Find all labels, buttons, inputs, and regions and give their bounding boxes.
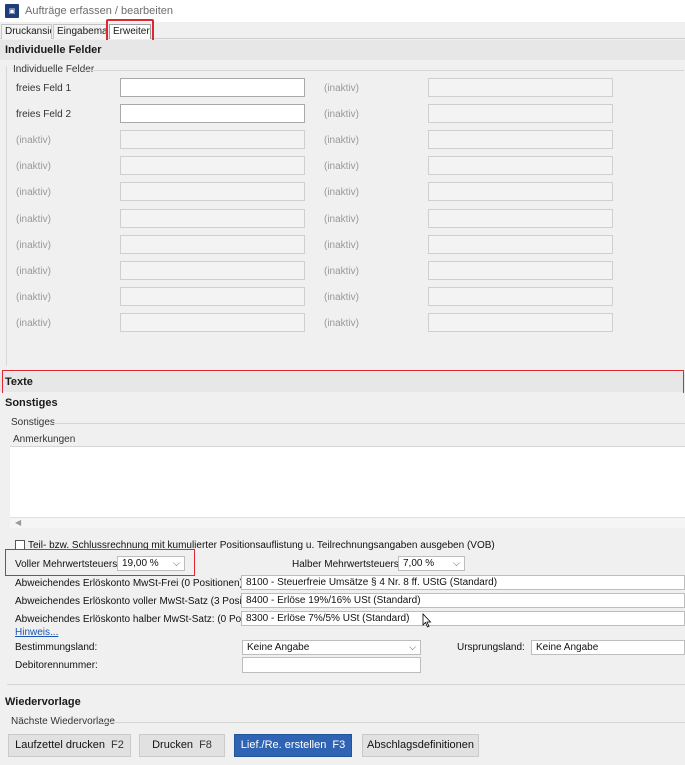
field-input[interactable] (120, 130, 305, 149)
groupbox-line (84, 70, 684, 71)
field-right-input[interactable] (428, 156, 613, 175)
field-right-input[interactable] (428, 78, 613, 97)
texte-highlight (2, 370, 684, 395)
groupbox-title-individuelle-felder: Individuelle Felder (13, 64, 95, 75)
debitorennummer-input[interactable] (242, 657, 421, 673)
lief-key: F3 (332, 739, 346, 751)
field-right-input[interactable] (428, 182, 613, 201)
konto-halb-value: 8300 - Erlöse 7%/5% USt (Standard) (246, 613, 410, 624)
field-input[interactable] (120, 104, 305, 123)
field-label: freies Feld 2 (16, 109, 72, 120)
halber-mwst-value: 7,00 % (403, 558, 435, 569)
konto-halb-select[interactable]: 8300 - Erlöse 7%/5% USt (Standard) (241, 611, 685, 626)
title-bar: ▣ Aufträge erfassen / bearbeiten (0, 0, 685, 22)
field-right-label: (inaktiv) (324, 161, 360, 172)
konto-frei-select[interactable]: 8100 - Steuerfreie Umsätze § 4 Nr. 8 ff.… (241, 575, 685, 590)
field-right-input[interactable] (428, 130, 613, 149)
horizontal-scrollbar[interactable]: ◀ (10, 517, 685, 528)
konto-frei-value: 8100 - Steuerfreie Umsätze § 4 Nr. 8 ff.… (246, 577, 498, 588)
abschlag-label: Abschlagsdefinitionen (366, 739, 475, 751)
field-right-input[interactable] (428, 209, 613, 228)
field-input[interactable] (120, 78, 305, 97)
chevron-down-icon: ⌵ (409, 642, 416, 652)
field-right-input[interactable] (428, 261, 613, 280)
chevron-down-icon: ⌵ (453, 558, 460, 568)
tab-bar: Druckansicht Eingabemaske Erweitert (0, 22, 685, 39)
groupbox-title-sonstiges: Sonstiges (11, 417, 55, 428)
field-right-label: (inaktiv) (324, 214, 360, 225)
mouse-cursor-icon (422, 613, 432, 628)
groupbox-line (52, 423, 685, 424)
field-right-label: (inaktiv) (324, 292, 360, 303)
tab-erweitert-highlight (106, 19, 154, 42)
konto-voll-label: Abweichendes Erlöskonto voller MwSt-Satz… (15, 596, 276, 607)
lief-label: Lief./Re. erstellen (240, 739, 327, 751)
bottom-toolbar: Laufzettel drucken F2 Drucken F8 Lief./Re.… (0, 728, 685, 765)
app-window: ▣ Aufträge erfassen / bearbeiten Druckan… (0, 0, 685, 765)
scroll-left-icon[interactable]: ◀ (15, 518, 21, 527)
lief-re-erstellen-button[interactable]: Lief./Re. erstellen F3 (234, 734, 352, 757)
anmerkungen-label: Anmerkungen (13, 434, 76, 445)
laufzettel-label: Laufzettel drucken (15, 739, 106, 751)
section-header-wiedervorlage[interactable]: Wiedervorlage (0, 692, 685, 712)
drucken-button[interactable]: Drucken F8 (139, 734, 225, 757)
halber-mwst-select[interactable]: 7,00 % ⌵ (398, 556, 465, 571)
divider (7, 684, 685, 685)
drucken-key: F8 (199, 739, 212, 751)
field-input[interactable] (120, 209, 305, 228)
bestimmungsland-label: Bestimmungsland: (15, 642, 98, 653)
field-right-label: (inaktiv) (324, 240, 360, 251)
konto-voll-value: 8400 - Erlöse 19%/16% USt (Standard) (246, 595, 421, 606)
section-header-individuelle-felder[interactable]: Individuelle Felder (0, 40, 685, 60)
section-header-sonstiges[interactable]: Sonstiges (0, 393, 685, 413)
bestimmungsland-select[interactable]: Keine Angabe ⌵ (242, 640, 421, 655)
field-right-input[interactable] (428, 235, 613, 254)
field-label: (inaktiv) (16, 240, 52, 251)
konto-voll-select[interactable]: 8400 - Erlöse 19%/16% USt (Standard) (241, 593, 685, 608)
field-label: (inaktiv) (16, 266, 52, 277)
field-label: (inaktiv) (16, 161, 52, 172)
halber-mwst-label: Halber Mehrwertsteuersatz: (292, 559, 415, 570)
hinweis-link[interactable]: Hinweis... (15, 627, 58, 638)
field-right-label: (inaktiv) (324, 266, 360, 277)
field-right-label: (inaktiv) (324, 318, 360, 329)
field-input[interactable] (120, 261, 305, 280)
window-title: Aufträge erfassen / bearbeiten (25, 5, 173, 17)
field-input[interactable] (120, 235, 305, 254)
field-label: (inaktiv) (16, 187, 52, 198)
field-label: (inaktiv) (16, 135, 52, 146)
voller-mwst-highlight (5, 549, 195, 576)
field-right-label: (inaktiv) (324, 135, 360, 146)
tab-druckansicht[interactable]: Druckansicht (1, 24, 52, 39)
groupbox-line (100, 722, 685, 723)
tab-eingabemaske[interactable]: Eingabemaske (53, 24, 107, 39)
field-label: (inaktiv) (16, 292, 52, 303)
field-label: freies Feld 1 (16, 83, 72, 94)
laufzettel-drucken-button[interactable]: Laufzettel drucken F2 (8, 734, 131, 757)
ursprungsland-select[interactable]: Keine Angabe (531, 640, 685, 655)
konto-frei-label: Abweichendes Erlöskonto MwSt-Frei (0 Pos… (15, 578, 246, 589)
field-right-input[interactable] (428, 313, 613, 332)
ursprungsland-label: Ursprungsland: (457, 642, 525, 653)
field-input[interactable] (120, 156, 305, 175)
field-input[interactable] (120, 182, 305, 201)
field-label: (inaktiv) (16, 318, 52, 329)
field-right-input[interactable] (428, 104, 613, 123)
app-logo-icon: ▣ (5, 4, 19, 18)
anmerkungen-textarea[interactable] (10, 446, 685, 518)
field-right-label: (inaktiv) (324, 83, 360, 94)
laufzettel-key: F2 (111, 739, 124, 751)
drucken-label: Drucken (152, 739, 194, 751)
abschlagsdefinitionen-button[interactable]: Abschlagsdefinitionen (362, 734, 479, 757)
field-input[interactable] (120, 287, 305, 306)
field-right-input[interactable] (428, 287, 613, 306)
ursprungsland-value: Keine Angabe (536, 642, 599, 653)
field-right-label: (inaktiv) (324, 187, 360, 198)
bestimmungsland-value: Keine Angabe (247, 642, 310, 653)
field-right-label: (inaktiv) (324, 109, 360, 120)
field-label: (inaktiv) (16, 214, 52, 225)
debitorennummer-label: Debitorennummer: (15, 660, 98, 671)
field-input[interactable] (120, 313, 305, 332)
